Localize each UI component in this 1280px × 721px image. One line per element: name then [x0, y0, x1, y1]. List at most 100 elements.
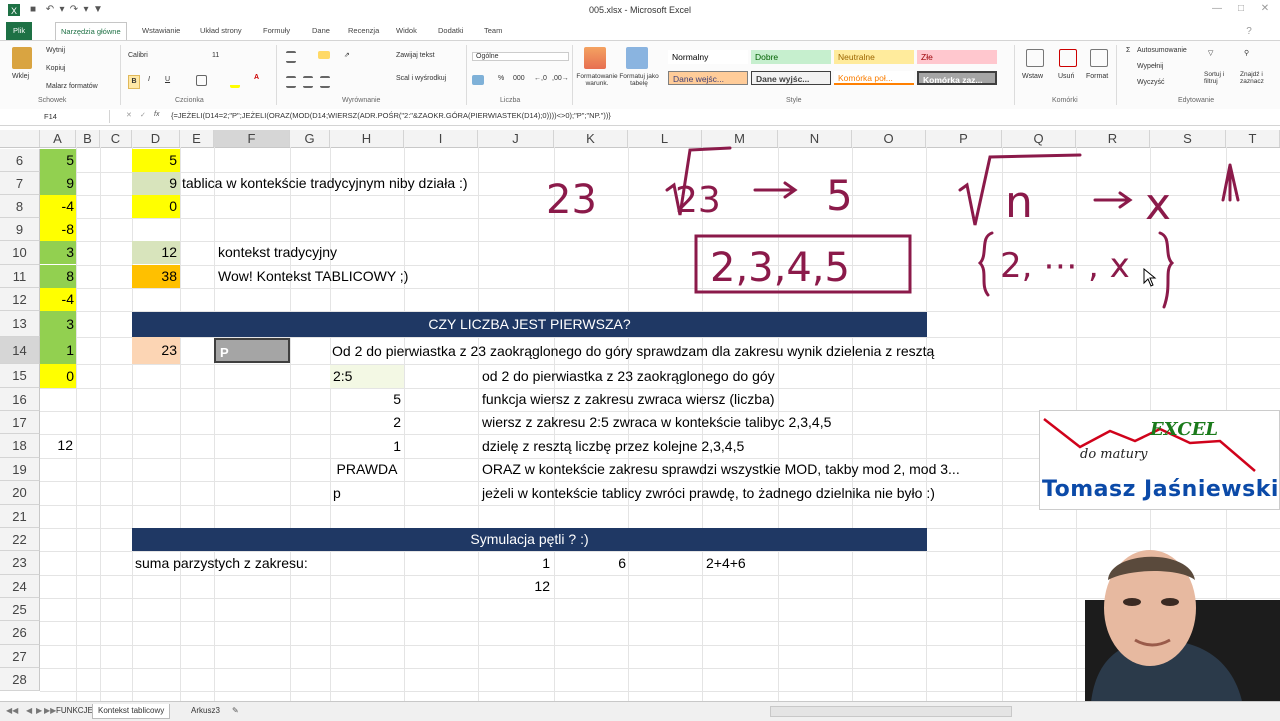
cell-f11[interactable]: Wow! Kontekst TABLICOWY ;): [218, 265, 408, 288]
row-header[interactable]: 25: [0, 598, 40, 621]
tab-team[interactable]: Team: [484, 22, 502, 40]
cell-d7[interactable]: 9: [132, 172, 180, 195]
help-icon[interactable]: ?: [1240, 26, 1258, 37]
cell-j15[interactable]: od 2 do pierwiastka z 23 zaokrąglonego d…: [482, 365, 775, 388]
row-header[interactable]: 26: [0, 621, 40, 645]
find-select-icon[interactable]: ⚲: [1244, 49, 1249, 57]
cell-f10[interactable]: kontekst tradycyjny: [218, 241, 337, 264]
row-header[interactable]: 8: [0, 195, 40, 218]
row-header[interactable]: 11: [0, 265, 40, 288]
tab-review[interactable]: Recenzja: [348, 22, 379, 40]
cell-f14-selected[interactable]: P: [214, 338, 290, 363]
insert-function-icon[interactable]: fx: [154, 111, 159, 118]
row-header[interactable]: 18: [0, 434, 40, 458]
sort-filter-button[interactable]: Sortuj i filtruj: [1204, 71, 1234, 85]
paste-icon[interactable]: [12, 47, 32, 69]
cancel-icon[interactable]: ✕: [126, 111, 132, 119]
row-header[interactable]: 10: [0, 241, 40, 265]
cell-a7[interactable]: 9: [40, 172, 76, 195]
column-header[interactable]: H: [330, 130, 404, 147]
increase-decimal-icon[interactable]: ←,0: [534, 75, 547, 82]
cell-a11[interactable]: 8: [40, 265, 76, 288]
style-check-cell[interactable]: Komórka zaz...: [917, 71, 997, 85]
orientation-icon[interactable]: ⇗: [344, 51, 350, 59]
cell-j20[interactable]: jeżeli w kontekście tablicy zwróci prawd…: [482, 482, 935, 505]
format-table-icon[interactable]: [626, 47, 648, 69]
tab-file[interactable]: Plik: [6, 22, 33, 40]
align-center-icon[interactable]: [303, 76, 313, 88]
decrease-decimal-icon[interactable]: ,00→: [552, 75, 569, 82]
cell-j24[interactable]: 12: [478, 575, 550, 598]
font-name-select[interactable]: Calibri: [128, 52, 148, 59]
cell-h17[interactable]: 2: [330, 411, 404, 434]
comma-button[interactable]: 000: [513, 75, 525, 82]
borders-icon[interactable]: [196, 75, 207, 86]
insert-button[interactable]: Wstaw: [1022, 73, 1043, 80]
cell-a18[interactable]: 12: [40, 434, 76, 457]
column-header[interactable]: C: [100, 130, 132, 147]
tab-data[interactable]: Dane: [312, 22, 330, 40]
align-middle-icon[interactable]: [318, 51, 330, 59]
sheet-nav-next-icon[interactable]: ▶: [36, 704, 42, 718]
format-button[interactable]: Format: [1086, 73, 1108, 80]
column-header[interactable]: A: [40, 130, 76, 147]
row-header[interactable]: 24: [0, 575, 40, 598]
delete-button[interactable]: Usuń: [1058, 73, 1074, 80]
sheet-nav-prev-icon[interactable]: ◀: [26, 704, 32, 718]
cell-a8[interactable]: -4: [40, 195, 76, 218]
column-header[interactable]: F: [214, 130, 290, 147]
currency-icon[interactable]: [472, 75, 484, 85]
cell-d11[interactable]: 38: [132, 265, 180, 288]
copy-button[interactable]: Kopiuj: [46, 65, 65, 72]
row-header[interactable]: 9: [0, 218, 40, 241]
paste-button[interactable]: Wklej: [12, 73, 29, 80]
cell-h18[interactable]: 1: [330, 435, 404, 458]
align-top-icon[interactable]: [286, 51, 296, 63]
cell-e7[interactable]: tablica w kontekście tradycyjnym niby dz…: [182, 172, 468, 195]
number-format-select[interactable]: Ogólne: [472, 52, 569, 61]
sigma-icon[interactable]: Σ: [1126, 47, 1130, 54]
align-left-icon[interactable]: [286, 76, 296, 88]
column-header[interactable]: D: [132, 130, 180, 147]
cell-j18[interactable]: dzielę z resztą liczbę przez kolejne 2,3…: [482, 435, 744, 458]
align-right-icon[interactable]: [320, 76, 330, 88]
row-header[interactable]: 16: [0, 388, 40, 411]
row-header[interactable]: 21: [0, 505, 40, 528]
tab-view[interactable]: Widok: [396, 22, 417, 40]
cell-d23[interactable]: suma parzystych z zakresu:: [135, 552, 308, 575]
sheet-tab-kontekst-tablicowy[interactable]: Kontekst tablicowy: [92, 704, 171, 719]
autosum-button[interactable]: Autosumowanie: [1137, 47, 1187, 54]
cell-d8[interactable]: 0: [132, 195, 180, 218]
find-select-button[interactable]: Znajdź i zaznacz: [1240, 71, 1274, 85]
row-header[interactable]: 20: [0, 481, 40, 505]
delete-cells-icon[interactable]: [1059, 49, 1077, 67]
tab-formulas[interactable]: Formuły: [263, 22, 290, 40]
sheet-tab-arkusz3[interactable]: Arkusz3: [187, 704, 224, 718]
cell-a6[interactable]: 5: [40, 149, 76, 172]
row-header[interactable]: 12: [0, 288, 40, 311]
row-header[interactable]: 17: [0, 411, 40, 434]
banner-loop-simulation[interactable]: Symulacja pętli ? :): [132, 528, 927, 551]
style-normal[interactable]: Normalny: [668, 50, 748, 64]
cell-h20[interactable]: p: [333, 482, 341, 505]
cell-a14[interactable]: 1: [40, 337, 76, 364]
style-bad[interactable]: Złe: [917, 50, 997, 64]
tab-addins[interactable]: Dodatki: [438, 22, 463, 40]
name-box[interactable]: F14: [0, 110, 110, 123]
format-painter-button[interactable]: Malarz formatów: [46, 83, 98, 90]
merge-center-button[interactable]: Scal i wyśrodkuj: [396, 75, 446, 82]
format-cells-icon[interactable]: [1090, 49, 1108, 67]
row-header[interactable]: 22: [0, 528, 40, 551]
cell-h16[interactable]: 5: [330, 388, 404, 411]
cell-a10[interactable]: 3: [40, 241, 76, 264]
font-color-icon[interactable]: A: [254, 74, 259, 81]
row-header[interactable]: 14: [0, 337, 40, 364]
sheet-tab-funkcje[interactable]: FUNKCJE: [52, 704, 97, 718]
underline-button[interactable]: U: [165, 76, 170, 83]
sort-filter-icon[interactable]: ▽: [1208, 49, 1213, 57]
cell-d10[interactable]: 12: [132, 241, 180, 264]
style-output[interactable]: Dane wyjśc...: [751, 71, 831, 85]
new-sheet-icon[interactable]: ✎: [232, 704, 239, 718]
cell-k23[interactable]: 6: [554, 552, 626, 575]
cell-m23[interactable]: 2+4+6: [706, 552, 746, 575]
